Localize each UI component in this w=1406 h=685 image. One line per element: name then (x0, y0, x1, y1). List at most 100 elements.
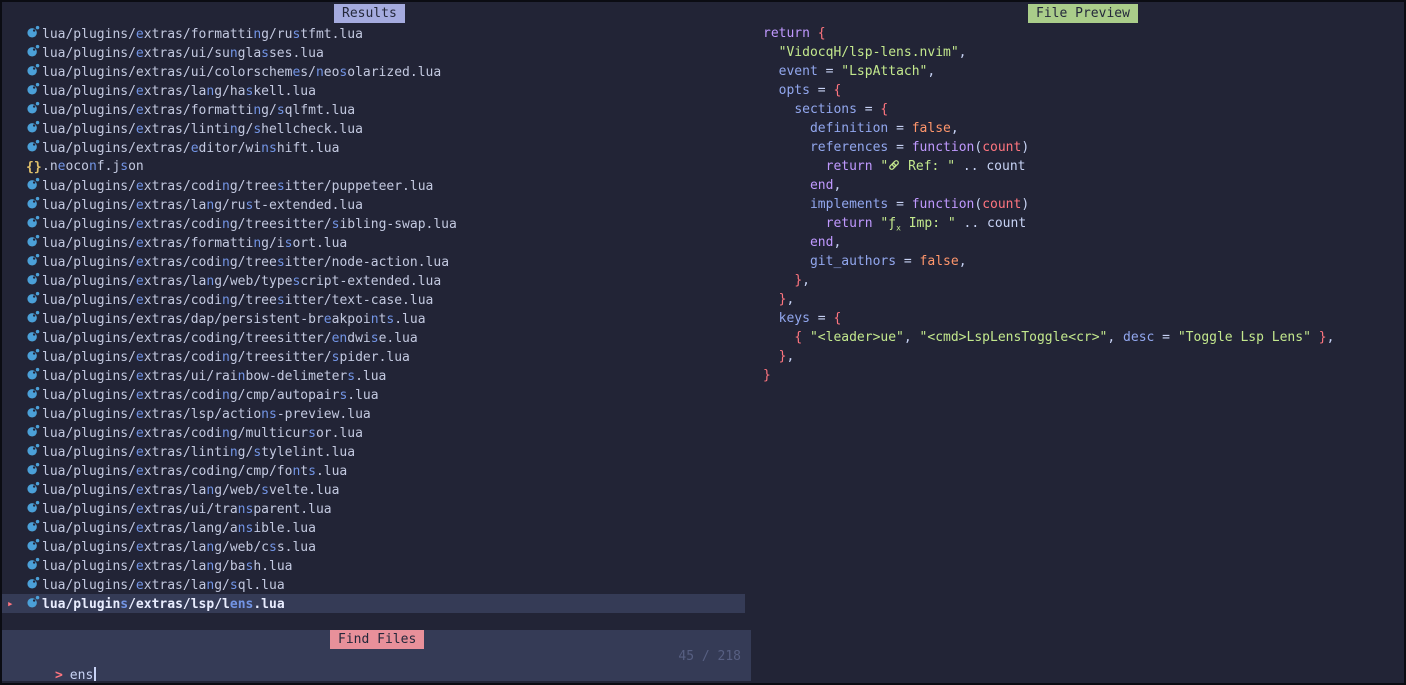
file-result-row[interactable]: lua/plugins/extras/coding/cmp/autopairs.… (2, 385, 745, 404)
file-result-row[interactable]: lua/plugins/extras/linting/stylelint.lua (2, 442, 745, 461)
lua-icon (26, 100, 42, 121)
result-path: lua/plugins/extras/lang/sql.lua (42, 578, 285, 593)
result-path: lua/plugins/extras/formatting/rustfmt.lu… (42, 27, 363, 42)
file-preview-panel-title: File Preview (1028, 4, 1138, 23)
result-path: .neoconf.json (42, 159, 144, 174)
lua-icon (26, 537, 42, 558)
lua-icon (26, 233, 42, 254)
result-path: lua/plugins/extras/dap/persistent-breakp… (42, 312, 426, 327)
file-result-row[interactable]: {}.neoconf.json (2, 157, 745, 176)
file-result-row[interactable]: lua/plugins/extras/formatting/sqlfmt.lua (2, 100, 745, 119)
results-list: lua/plugins/extras/formatting/rustfmt.lu… (2, 24, 745, 613)
file-result-row[interactable]: lua/plugins/extras/coding/treesitter/pup… (2, 176, 745, 195)
search-query-text: ens (70, 668, 93, 683)
file-result-row[interactable]: lua/plugins/extras/lang/ansible.lua (2, 518, 745, 537)
code-line: return { (763, 24, 1334, 43)
file-result-row[interactable]: lua/plugins/extras/coding/treesitter/nod… (2, 252, 745, 271)
lua-icon (26, 176, 42, 197)
file-result-row[interactable]: lua/plugins/extras/lang/rust-extended.lu… (2, 195, 745, 214)
file-result-row[interactable]: lua/plugins/extras/coding/treesitter/sib… (2, 214, 745, 233)
lua-icon (26, 575, 42, 596)
file-result-row[interactable]: lua/plugins/extras/lang/web/typescript-e… (2, 271, 745, 290)
lua-icon (26, 556, 42, 577)
result-path: lua/plugins/extras/lang/ansible.lua (42, 521, 316, 536)
lua-icon (26, 81, 42, 102)
result-path: lua/plugins/extras/coding/treesitter/spi… (42, 350, 410, 365)
selection-caret-icon: ▸ (7, 594, 14, 613)
file-result-row[interactable]: lua/plugins/extras/ui/rainbow-delimeters… (2, 366, 745, 385)
result-path: lua/plugins/extras/coding/treesitter/tex… (42, 293, 433, 308)
file-result-row[interactable]: lua/plugins/extras/coding/treesitter/end… (2, 328, 745, 347)
file-result-row[interactable]: lua/plugins/extras/lsp/actions-preview.l… (2, 404, 745, 423)
lua-icon (26, 271, 42, 292)
file-result-row[interactable]: lua/plugins/extras/dap/persistent-breakp… (2, 309, 745, 328)
result-path: lua/plugins/extras/ui/transparent.lua (42, 502, 332, 517)
result-path: lua/plugins/extras/lang/web/css.lua (42, 540, 316, 555)
lua-icon (26, 461, 42, 482)
file-result-row[interactable]: lua/plugins/extras/lang/bash.lua (2, 556, 745, 575)
code-line: { "<leader>ue", "<cmd>LspLensToggle<cr>"… (763, 328, 1334, 347)
file-result-row[interactable]: lua/plugins/extras/ui/transparent.lua (2, 499, 745, 518)
file-result-row[interactable]: lua/plugins/extras/formatting/rustfmt.lu… (2, 24, 745, 43)
lua-icon (26, 290, 42, 311)
json-braces-icon: {} (26, 158, 42, 177)
file-result-row[interactable]: lua/plugins/extras/lang/sql.lua (2, 575, 745, 594)
lua-icon (26, 594, 42, 615)
result-path: lua/plugins/extras/coding/cmp/fonts.lua (42, 464, 347, 479)
result-path: lua/plugins/extras/coding/treesitter/end… (42, 331, 418, 346)
file-result-row[interactable]: lua/plugins/extras/lang/web/svelte.lua (2, 480, 745, 499)
code-line: end, (763, 176, 1334, 195)
file-preview-code: return { "VidocqH/lsp-lens.nvim", event … (763, 24, 1334, 385)
result-path: lua/plugins/extras/ui/colorschemes/neoso… (42, 65, 441, 80)
lua-icon (26, 43, 42, 64)
code-line: git_authors = false, (763, 252, 1334, 271)
code-line: event = "LspAttach", (763, 62, 1334, 81)
code-line: }, (763, 290, 1334, 309)
result-path: lua/plugins/extras/ui/sunglasses.lua (42, 46, 324, 61)
file-result-row[interactable]: lua/plugins/extras/linting/shellcheck.lu… (2, 119, 745, 138)
file-result-row[interactable]: lua/plugins/extras/coding/cmp/fonts.lua (2, 461, 745, 480)
file-result-row[interactable]: lua/plugins/extras/coding/multicursor.lu… (2, 423, 745, 442)
lua-icon (26, 252, 42, 273)
lua-icon (26, 518, 42, 539)
code-line: }, (763, 271, 1334, 290)
file-result-row[interactable]: lua/plugins/extras/coding/treesitter/tex… (2, 290, 745, 309)
search-input[interactable]: >ens (8, 647, 96, 666)
lua-icon (26, 347, 42, 368)
result-path: lua/plugins/extras/linting/shellcheck.lu… (42, 122, 363, 137)
telescope-window: Results File Preview lua/plugins/extras/… (0, 0, 1406, 685)
file-result-row[interactable]: lua/plugins/extras/coding/treesitter/spi… (2, 347, 745, 366)
file-result-row[interactable]: lua/plugins/extras/editor/winshift.lua (2, 138, 745, 157)
code-line: } (763, 366, 1334, 385)
result-path: lua/plugins/extras/lang/rust-extended.lu… (42, 198, 363, 213)
lua-icon (26, 404, 42, 425)
file-result-row[interactable]: lua/plugins/extras/ui/colorschemes/neoso… (2, 62, 745, 81)
result-counter: 45 / 218 (678, 647, 741, 666)
code-line: opts = { (763, 81, 1334, 100)
file-result-row[interactable]: lua/plugins/extras/formatting/isort.lua (2, 233, 745, 252)
file-result-row[interactable]: ▸ lua/plugins/extras/lsp/lens.lua (2, 594, 745, 613)
code-line: return " Ref: " .. count (763, 157, 1334, 176)
result-path: lua/plugins/extras/lsp/lens.lua (42, 597, 285, 612)
lua-icon (26, 366, 42, 387)
lua-icon (26, 309, 42, 330)
lua-icon (26, 119, 42, 140)
result-path: lua/plugins/extras/editor/winshift.lua (42, 141, 339, 156)
prompt-title: Find Files (330, 630, 424, 649)
file-result-row[interactable]: lua/plugins/extras/ui/sunglasses.lua (2, 43, 745, 62)
prompt-panel: Find Files >ens 45 / 218 (2, 630, 751, 681)
text-cursor (94, 667, 96, 681)
code-line: return "ƒx Imp: " .. count (763, 214, 1334, 233)
lua-icon (26, 195, 42, 216)
result-path: lua/plugins/extras/lang/bash.lua (42, 559, 292, 574)
result-path: lua/plugins/extras/formatting/isort.lua (42, 236, 347, 251)
result-path: lua/plugins/extras/lang/web/svelte.lua (42, 483, 339, 498)
lua-icon (26, 62, 42, 83)
code-line: "VidocqH/lsp-lens.nvim", (763, 43, 1334, 62)
file-result-row[interactable]: lua/plugins/extras/lang/web/css.lua (2, 537, 745, 556)
code-line: references = function(count) (763, 138, 1334, 157)
lua-icon (26, 480, 42, 501)
file-result-row[interactable]: lua/plugins/extras/lang/haskell.lua (2, 81, 745, 100)
code-line: }, (763, 347, 1334, 366)
code-line: keys = { (763, 309, 1334, 328)
